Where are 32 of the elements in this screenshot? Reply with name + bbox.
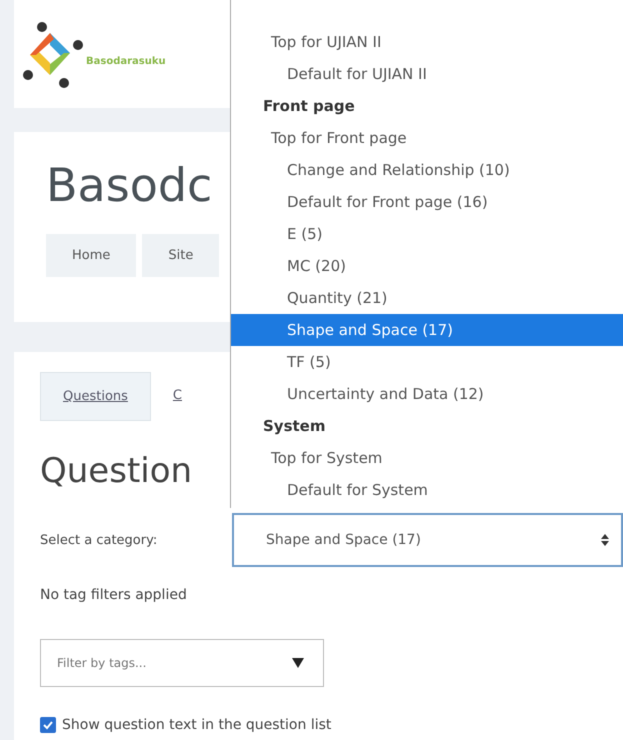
field-label: Select a category:: [40, 532, 158, 548]
checkbox[interactable]: [40, 717, 56, 733]
logo-text: Basodarasuku: [86, 56, 166, 66]
option-group-label: System: [262, 416, 326, 437]
page-title: Basodc: [46, 158, 212, 212]
tab[interactable]: Questions: [40, 372, 151, 421]
dropdown-option[interactable]: Top for UJIAN II: [231, 26, 623, 58]
dropdown-option[interactable]: Quantity (21): [231, 282, 623, 314]
dropdown-option[interactable]: Top for Front page: [231, 122, 623, 154]
option-group-label: Front page: [262, 96, 356, 117]
category-select[interactable]: Shape and Space (17): [232, 513, 623, 567]
dropdown-option[interactable]: Shape and Space (17): [231, 314, 623, 346]
dropdown-option[interactable]: Change and Relationship (10): [231, 154, 623, 186]
status-text: No tag filters applied: [40, 587, 188, 603]
tag-filter-field[interactable]: Filter by tags...: [40, 639, 324, 687]
checkmark-icon: [42, 719, 54, 731]
dropdown-option[interactable]: Uncertainty and Data (12): [231, 378, 623, 410]
checkbox-label: Show question text in the question list: [62, 717, 332, 733]
dropdown-option[interactable]: MC (20): [231, 250, 623, 282]
breadcrumb-link[interactable]: Site: [142, 234, 220, 277]
dropdown-option[interactable]: Top for System: [231, 442, 623, 474]
dropdown-option[interactable]: TF (5): [231, 346, 623, 378]
logo-icon: [20, 19, 84, 89]
dropdown-option[interactable]: Default for UJIAN II: [231, 58, 623, 90]
dropdown-option[interactable]: Default for System: [231, 474, 623, 506]
breadcrumb-link[interactable]: Home: [46, 234, 136, 277]
updown-icon: [601, 534, 609, 546]
tab[interactable]: C: [150, 372, 204, 421]
section-heading: Question: [40, 451, 192, 491]
dropdown-option[interactable]: Default for Front page (16): [231, 186, 623, 218]
dropdown-icon: [292, 658, 304, 668]
dropdown-option[interactable]: E (5): [231, 218, 623, 250]
